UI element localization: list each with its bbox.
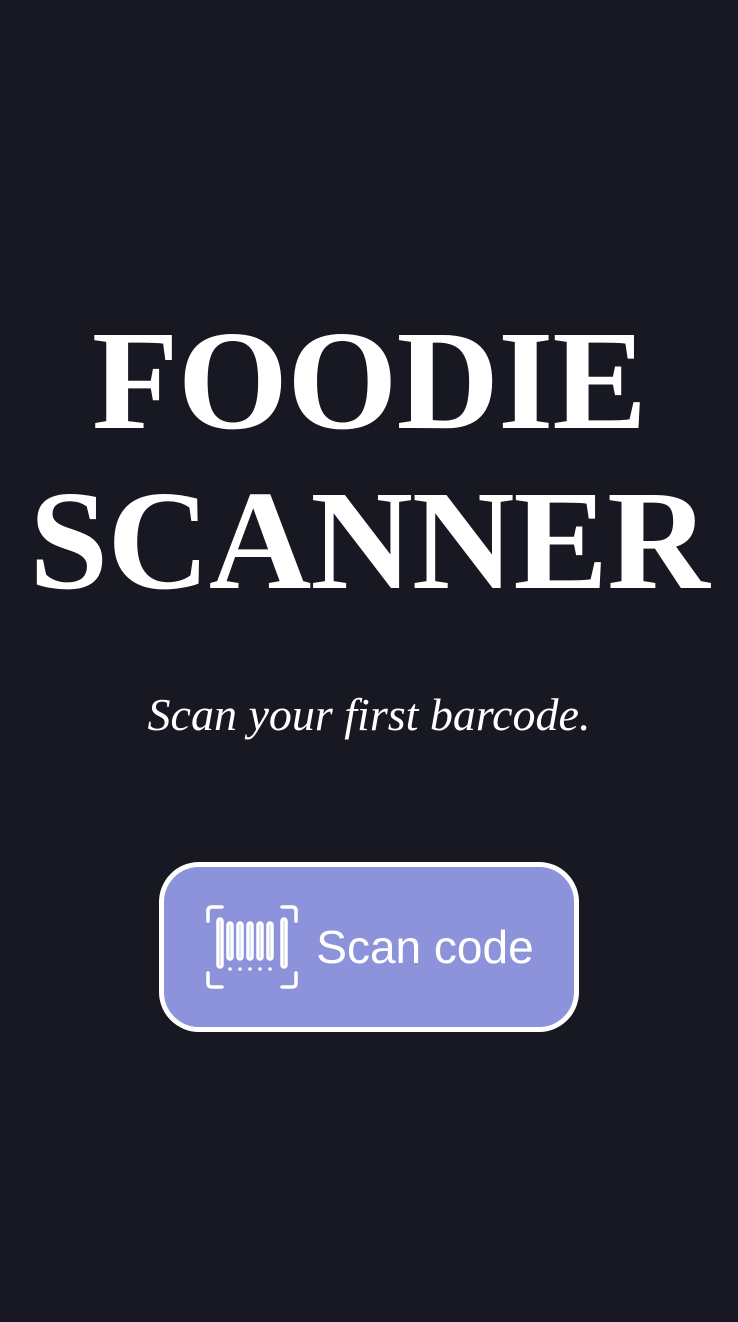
app-title-line-2: SCANNER	[29, 461, 709, 619]
welcome-screen: FOODIE SCANNER Scan your first barcode.	[0, 0, 738, 1322]
scan-code-button[interactable]: Scan code	[159, 862, 579, 1032]
barcode-scan-icon	[204, 905, 300, 989]
app-title-line-1: FOODIE	[91, 301, 647, 459]
app-title: FOODIE SCANNER	[0, 300, 738, 620]
subtitle: Scan your first barcode.	[147, 689, 591, 740]
scan-code-label: Scan code	[316, 921, 534, 973]
